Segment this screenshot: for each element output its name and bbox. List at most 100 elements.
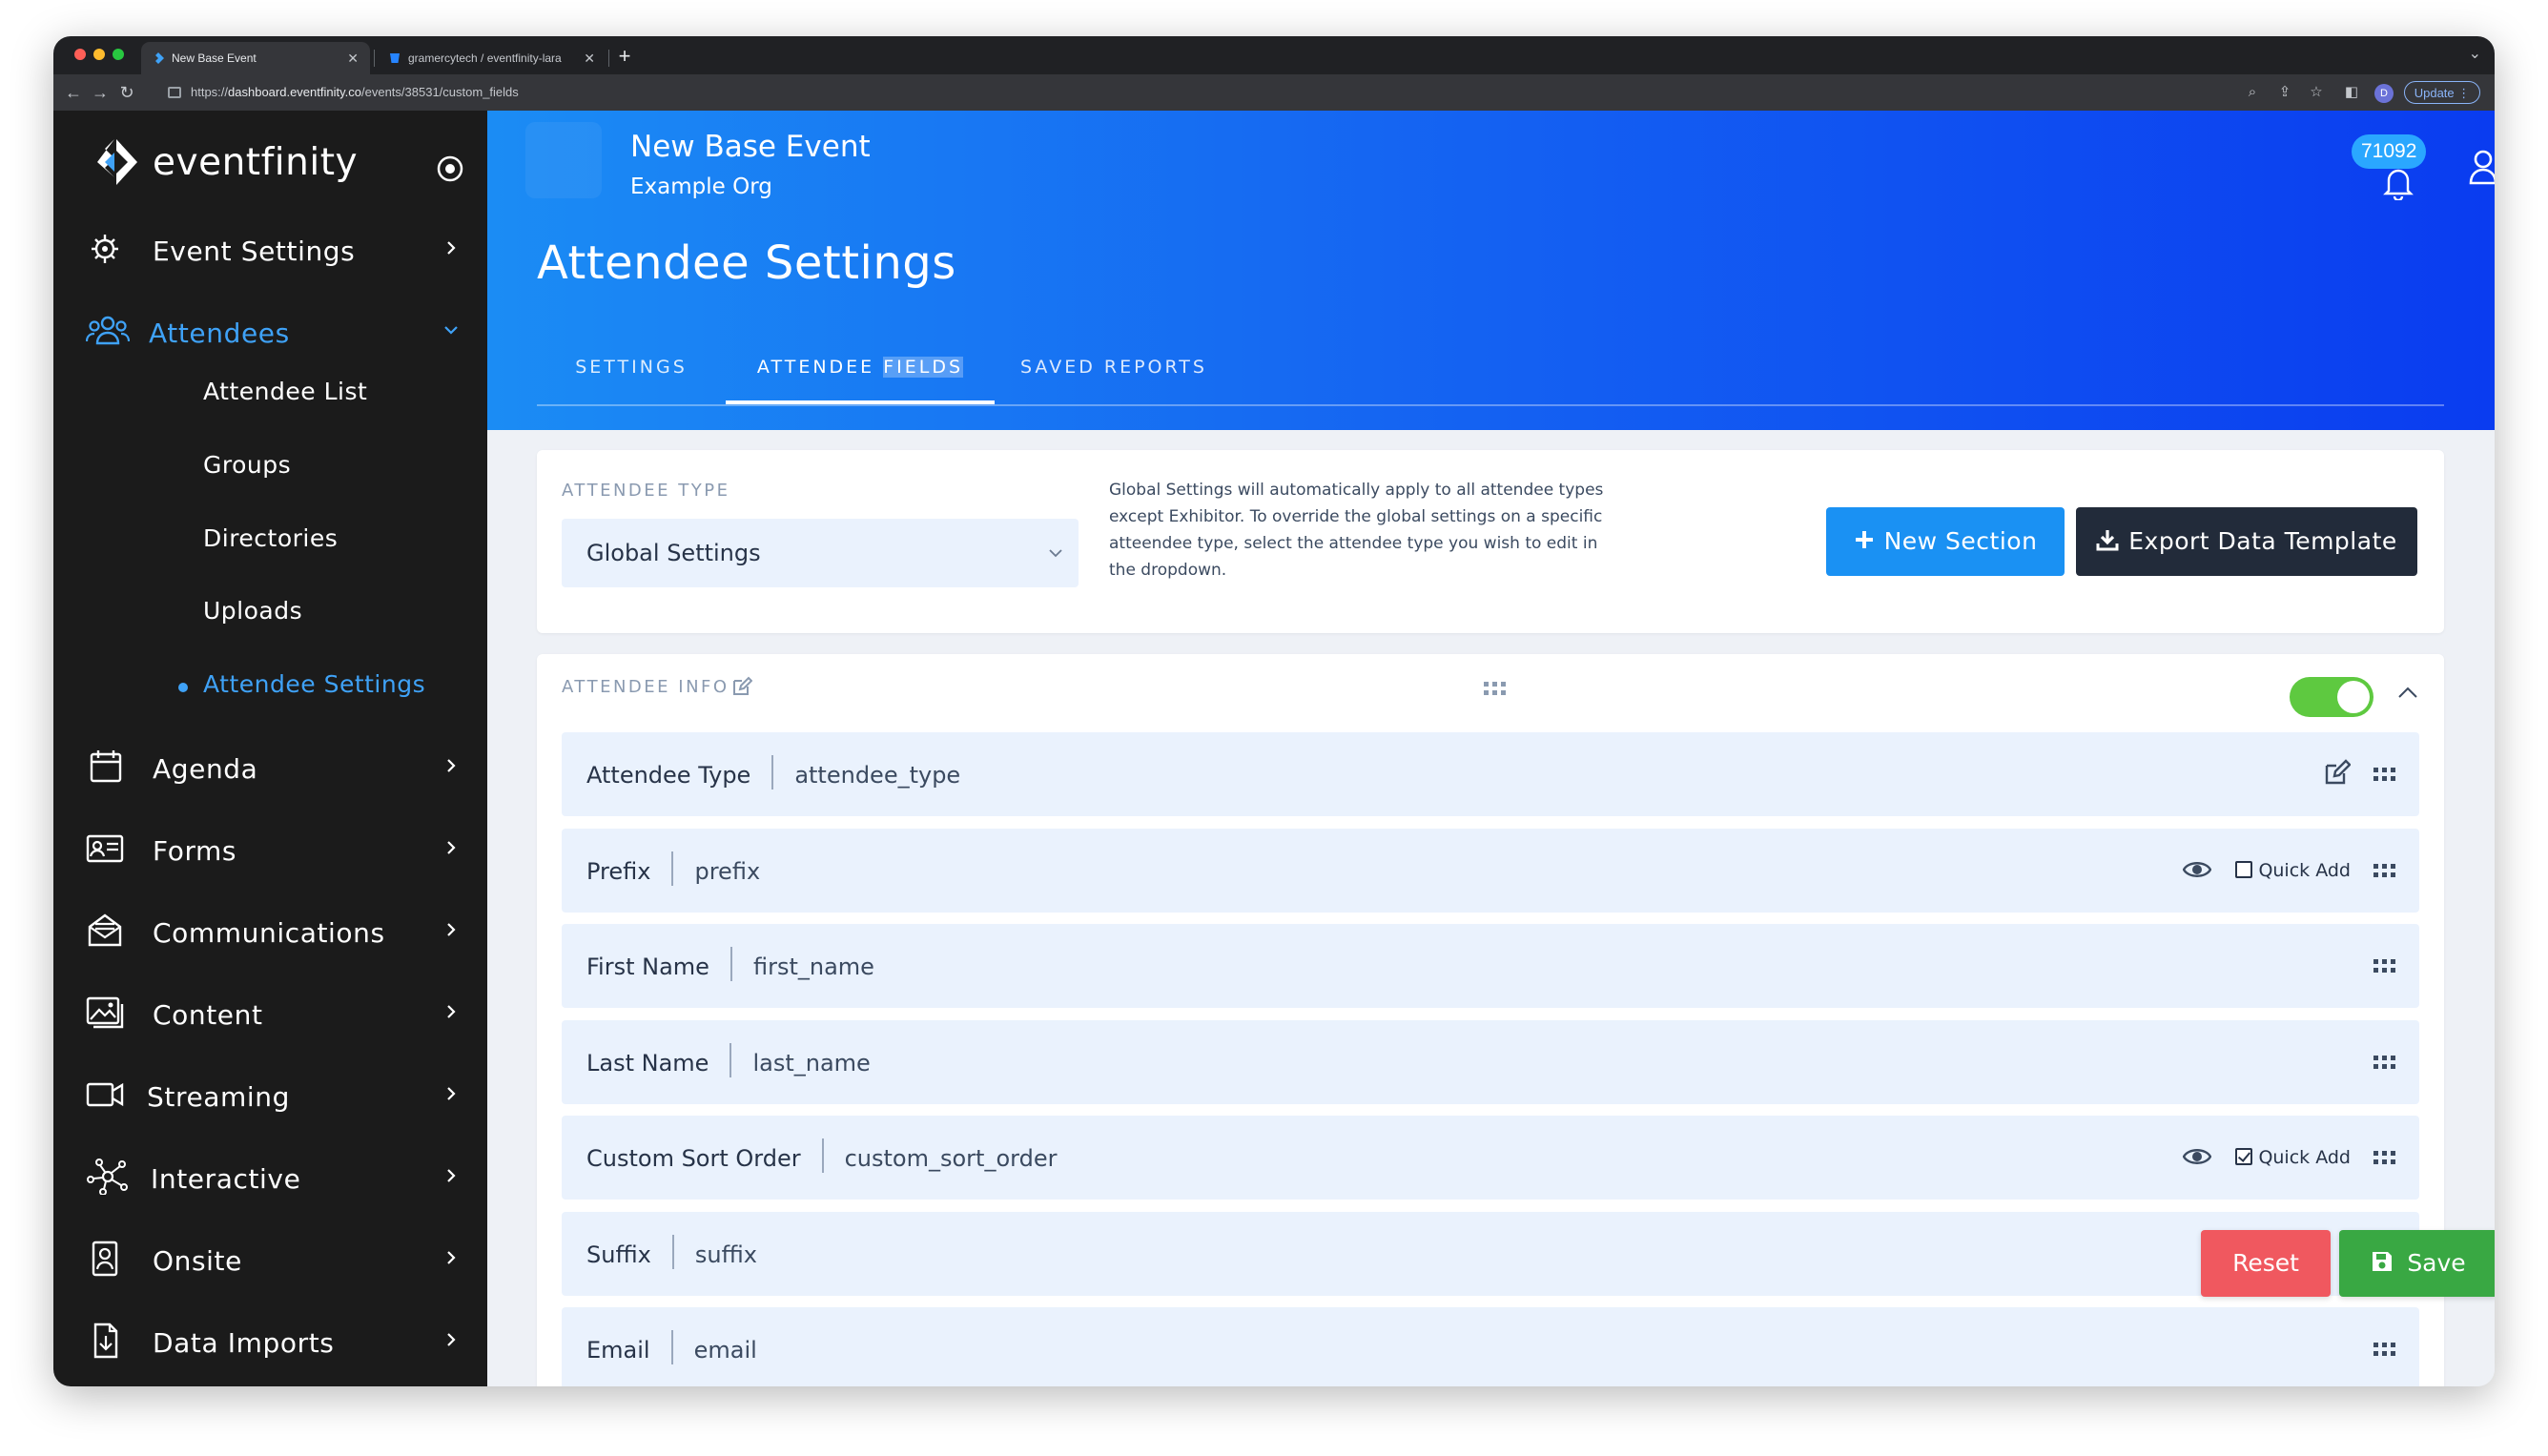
- reset-button[interactable]: Reset: [2201, 1230, 2331, 1297]
- field-row-first-name[interactable]: First Name first_name: [562, 924, 2419, 1008]
- bookmark-star-icon[interactable]: ☆: [2307, 83, 2326, 102]
- section-enabled-toggle[interactable]: [2290, 677, 2373, 717]
- share-icon[interactable]: ⇪: [2275, 83, 2294, 102]
- field-name: First Name: [586, 954, 709, 980]
- field-row-attendee-type[interactable]: Attendee Type attendee_type: [562, 732, 2419, 816]
- new-section-label: New Section: [1883, 527, 2038, 555]
- checkbox-checked-icon: [2235, 1147, 2253, 1165]
- eye-icon[interactable]: [2183, 859, 2211, 880]
- close-window-button[interactable]: [74, 49, 86, 60]
- edit-section-icon[interactable]: [731, 676, 752, 697]
- back-arrow-icon[interactable]: ←: [61, 80, 86, 105]
- profile-avatar[interactable]: D: [2374, 84, 2394, 103]
- side-panel-icon[interactable]: ◧: [2342, 83, 2361, 102]
- field-row-custom-sort-order[interactable]: Custom Sort Order custom_sort_order Quick…: [562, 1116, 2419, 1200]
- floppy-disk-icon: [2373, 1252, 2393, 1271]
- sidebar-item-attendees[interactable]: Attendees: [53, 297, 487, 364]
- close-tab-icon[interactable]: ✕: [347, 42, 359, 74]
- save-button[interactable]: Save: [2339, 1230, 2495, 1297]
- badge-icon: [92, 1241, 118, 1277]
- quick-add-label: Quick Add: [2258, 1147, 2351, 1168]
- tab-saved-reports[interactable]: SAVED REPORTS: [1004, 338, 1223, 402]
- drag-handle-icon[interactable]: [2373, 863, 2396, 878]
- edit-field-icon[interactable]: [2324, 759, 2351, 786]
- drag-handle-icon[interactable]: [2373, 767, 2396, 782]
- close-tab-icon[interactable]: ✕: [584, 42, 595, 74]
- network-icon: [87, 1159, 128, 1195]
- sidebar: eventfinity Event Settings Attendees Att…: [53, 111, 487, 1386]
- sidebar-item-label: Onsite: [153, 1245, 242, 1277]
- sidebar-item-data-imports[interactable]: Data Imports: [53, 1307, 487, 1374]
- sidebar-item-communications[interactable]: Communications: [53, 897, 487, 964]
- field-row-suffix[interactable]: Suffix suffix: [562, 1212, 2419, 1296]
- reload-icon[interactable]: ↻: [114, 80, 139, 105]
- address-bar[interactable]: https://dashboard.eventfinity.co/events/…: [168, 79, 2113, 106]
- zoom-icon[interactable]: ⌕: [2243, 83, 2262, 102]
- drag-handle-icon[interactable]: [2373, 1150, 2396, 1165]
- sidebar-item-forms[interactable]: Forms: [53, 815, 487, 882]
- field-row-last-name[interactable]: Last Name last_name: [562, 1020, 2419, 1104]
- browser-window: New Base Event ✕ gramercytech / eventfin…: [53, 36, 2495, 1386]
- tab-label-highlight: FIELDS: [883, 357, 964, 378]
- browser-tab-active[interactable]: New Base Event ✕: [141, 42, 370, 74]
- video-icon: [86, 1082, 124, 1107]
- export-data-template-button[interactable]: Export Data Template: [2076, 507, 2417, 576]
- calendar-icon: [90, 750, 122, 783]
- update-browser-button[interactable]: Update ⋮: [2404, 81, 2480, 104]
- new-section-button[interactable]: New Section: [1826, 507, 2065, 576]
- url-host: dashboard.eventfinity.co: [228, 85, 361, 99]
- eye-icon[interactable]: [2183, 1146, 2211, 1167]
- drag-handle-icon[interactable]: [2373, 1342, 2396, 1357]
- field-key: first_name: [752, 954, 874, 980]
- sidebar-subitem-directories[interactable]: Directories: [203, 524, 338, 563]
- target-icon[interactable]: [437, 155, 463, 182]
- id-card-icon: [86, 834, 124, 863]
- drag-handle-icon[interactable]: [1484, 681, 1507, 696]
- sidebar-item-streaming[interactable]: Streaming: [53, 1061, 487, 1128]
- sidebar-item-label: Streaming: [147, 1081, 291, 1113]
- chevron-right-icon: [447, 923, 456, 936]
- sidebar-item-label: Data Imports: [153, 1327, 335, 1359]
- sidebar-item-label: Forms: [153, 835, 237, 867]
- tab-search-chevron-icon[interactable]: ⌄: [2469, 44, 2481, 63]
- notification-badge[interactable]: 71092: [2352, 134, 2427, 169]
- field-name: Prefix: [586, 858, 651, 885]
- sidebar-subitem-uploads[interactable]: Uploads: [203, 597, 302, 635]
- field-key: attendee_type: [794, 762, 961, 789]
- user-icon[interactable]: [2468, 149, 2495, 185]
- new-tab-button[interactable]: +: [610, 42, 639, 71]
- tab-attendee-fields[interactable]: ATTENDEE FIELDS: [726, 338, 995, 404]
- minimize-window-button[interactable]: [93, 49, 105, 60]
- forward-arrow-icon[interactable]: →: [88, 80, 113, 105]
- eventfinity-logo-icon: [97, 139, 137, 185]
- drag-handle-icon[interactable]: [2373, 958, 2396, 974]
- sidebar-item-interactive[interactable]: Interactive: [53, 1143, 487, 1210]
- envelope-icon: [88, 913, 122, 947]
- sidebar-subitem-groups[interactable]: Groups: [203, 451, 291, 489]
- attendee-type-label: ATTENDEE TYPE: [562, 481, 730, 501]
- maximize-window-button[interactable]: [113, 49, 124, 60]
- sidebar-item-content[interactable]: Content: [53, 979, 487, 1046]
- eventfinity-favicon-icon: [155, 52, 164, 64]
- event-name[interactable]: New Base Event: [630, 130, 871, 164]
- tab-settings[interactable]: SETTINGS: [537, 338, 726, 402]
- org-name: Example Org: [630, 174, 772, 199]
- field-row-prefix[interactable]: Prefix prefix Quick Add: [562, 829, 2419, 913]
- file-import-icon: [93, 1323, 118, 1359]
- attendee-type-select[interactable]: Global Settings: [562, 519, 1079, 587]
- sidebar-subitem-attendee-settings[interactable]: Attendee Settings: [178, 670, 425, 708]
- sidebar-item-onsite[interactable]: Onsite: [53, 1225, 487, 1292]
- sidebar-subitem-attendee-list[interactable]: Attendee List: [203, 378, 367, 416]
- sidebar-item-agenda[interactable]: Agenda: [53, 733, 487, 800]
- field-row-email[interactable]: Email email: [562, 1307, 2419, 1386]
- browser-tab-inactive[interactable]: gramercytech / eventfinity-lara ✕: [378, 42, 606, 74]
- sidebar-item-label: Attendees: [149, 318, 290, 349]
- bell-icon[interactable]: [2383, 166, 2414, 200]
- drag-handle-icon[interactable]: [2373, 1055, 2396, 1070]
- url-scheme: https://: [191, 85, 229, 99]
- sidebar-item-event-settings[interactable]: Event Settings: [53, 215, 487, 282]
- sidebar-item-label: Interactive: [151, 1163, 301, 1195]
- quick-add-checkbox[interactable]: Quick Add: [2235, 857, 2351, 884]
- chevron-up-icon[interactable]: [2396, 685, 2419, 700]
- quick-add-checkbox[interactable]: Quick Add: [2235, 1144, 2351, 1171]
